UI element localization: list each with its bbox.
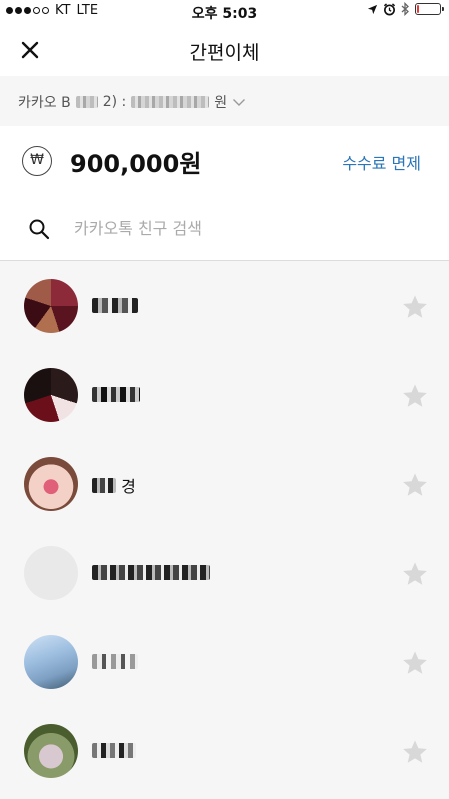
friend-name [92, 740, 136, 758]
avatar [24, 457, 78, 511]
friend-name [92, 384, 140, 402]
won-currency-icon: ₩ [22, 146, 52, 176]
favorite-star-icon[interactable] [401, 471, 429, 499]
friend-row[interactable] [0, 617, 449, 706]
friend-search-input[interactable] [74, 216, 414, 240]
friend-name [92, 562, 210, 580]
favorite-star-icon[interactable] [401, 560, 429, 588]
friend-row[interactable] [0, 528, 449, 617]
friend-row[interactable] [0, 350, 449, 439]
favorite-star-icon[interactable] [401, 649, 429, 677]
amount-section: ₩ 900,000원 수수료 면제 [0, 126, 449, 196]
account-bank-name: 카카오 B [18, 95, 71, 111]
bluetooth-icon [401, 2, 409, 16]
favorite-star-icon[interactable] [401, 382, 429, 410]
masked-account-type [75, 96, 98, 108]
masked-name [92, 387, 140, 402]
chevron-down-icon[interactable] [232, 97, 246, 107]
battery-icon [415, 3, 444, 15]
avatar [24, 368, 78, 422]
alarm-clock-icon [383, 2, 396, 15]
masked-name [92, 298, 138, 313]
friend-search-bar [0, 196, 449, 261]
friend-name [92, 651, 138, 669]
location-arrow-icon [367, 4, 378, 14]
masked-name [92, 743, 136, 758]
fee-exemption-link[interactable]: 수수료 면제 [342, 150, 421, 174]
avatar [24, 724, 78, 778]
masked-name [92, 477, 116, 493]
status-bar: KT LTE 오후 5:03 [0, 0, 449, 24]
avatar [24, 635, 78, 689]
masked-account-number [131, 96, 210, 108]
friend-name: 경 [92, 473, 136, 496]
masked-name [92, 565, 210, 580]
favorite-star-icon[interactable] [401, 293, 429, 321]
navigation-bar: 간편이체 [0, 24, 449, 76]
status-icons [367, 2, 444, 16]
friend-row[interactable] [0, 261, 449, 350]
friend-list: 경 [0, 261, 449, 799]
favorite-star-icon[interactable] [401, 738, 429, 766]
page-title: 간편이체 [189, 42, 260, 64]
masked-name [92, 654, 138, 669]
friend-row[interactable] [0, 706, 449, 795]
account-currency-suffix: 원 [214, 95, 228, 111]
friend-row[interactable]: 경 [0, 439, 449, 528]
friend-name [92, 295, 138, 313]
avatar [24, 279, 78, 333]
account-selector[interactable]: 카카오 B 2) : 원 [0, 76, 449, 126]
search-icon [29, 219, 50, 240]
default-avatar [24, 546, 78, 600]
transfer-amount[interactable]: 900,000원 [70, 144, 201, 179]
account-label[interactable]: 카카오 B 2) : 원 [18, 92, 246, 112]
account-separator: 2) : [102, 94, 127, 110]
